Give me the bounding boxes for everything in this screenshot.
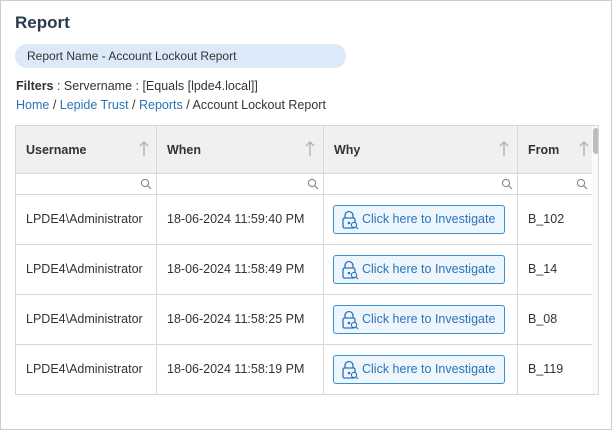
table-row: LPDE4\Administrator 18-06-2024 11:59:40 … bbox=[16, 195, 598, 245]
search-icon[interactable] bbox=[140, 178, 152, 190]
cell-why: Click here to Investigate bbox=[324, 245, 518, 294]
page-title: Report bbox=[15, 13, 70, 32]
scrollbar-thumb[interactable] bbox=[593, 128, 598, 154]
cell-username: LPDE4\Administrator bbox=[16, 295, 157, 344]
column-header-from[interactable]: From bbox=[518, 126, 592, 174]
cell-when: 18-06-2024 11:58:25 PM bbox=[157, 295, 324, 344]
breadcrumb-separator: / bbox=[49, 98, 60, 112]
sort-arrow-up-icon[interactable] bbox=[498, 140, 510, 158]
investigate-label: Click here to Investigate bbox=[362, 262, 496, 276]
column-header-username[interactable]: Username bbox=[16, 126, 157, 174]
table-header: Username When Why From bbox=[16, 126, 598, 174]
investigate-label: Click here to Investigate bbox=[362, 362, 496, 376]
lock-search-icon bbox=[342, 260, 359, 280]
cell-username: LPDE4\Administrator bbox=[16, 195, 157, 244]
cell-username: LPDE4\Administrator bbox=[16, 245, 157, 294]
column-header-when[interactable]: When bbox=[157, 126, 324, 174]
cell-from: B_14 bbox=[528, 262, 558, 276]
search-icon[interactable] bbox=[307, 178, 319, 190]
filters-line: Filters : Servername : [Equals [lpde4.lo… bbox=[16, 79, 258, 93]
breadcrumb-lepide-trust[interactable]: Lepide Trust bbox=[60, 98, 129, 112]
cell-from: B_08 bbox=[528, 312, 558, 326]
filter-username-input[interactable] bbox=[16, 174, 157, 194]
cell-when: 18-06-2024 11:58:19 PM bbox=[157, 345, 324, 394]
filters-text: : Servername : [Equals [lpde4.local]] bbox=[53, 79, 258, 93]
investigate-button[interactable]: Click here to Investigate bbox=[333, 355, 505, 384]
sort-arrow-up-icon[interactable] bbox=[578, 140, 590, 158]
filter-when-input[interactable] bbox=[157, 174, 324, 194]
lock-search-icon bbox=[342, 310, 359, 330]
lock-search-icon bbox=[342, 210, 359, 230]
breadcrumb-current: Account Lockout Report bbox=[192, 98, 326, 112]
sort-arrow-up-icon[interactable] bbox=[304, 140, 316, 158]
search-icon[interactable] bbox=[576, 178, 588, 190]
table-row: LPDE4\Administrator 18-06-2024 11:58:19 … bbox=[16, 345, 598, 394]
table-row: LPDE4\Administrator 18-06-2024 11:58:49 … bbox=[16, 245, 598, 295]
cell-from: B_102 bbox=[528, 212, 565, 226]
cell-when: 18-06-2024 11:58:49 PM bbox=[157, 245, 324, 294]
filter-from-input[interactable] bbox=[518, 174, 592, 194]
filter-why-input[interactable] bbox=[324, 174, 518, 194]
report-panel: Report Report Name - Account Lockout Rep… bbox=[0, 0, 612, 430]
filters-label: Filters bbox=[16, 79, 54, 93]
filter-row bbox=[16, 174, 598, 195]
cell-why: Click here to Investigate bbox=[324, 345, 518, 394]
investigate-button[interactable]: Click here to Investigate bbox=[333, 255, 505, 284]
breadcrumb-separator: / bbox=[128, 98, 139, 112]
breadcrumb: Home / Lepide Trust / Reports / Account … bbox=[16, 98, 326, 112]
investigate-button[interactable]: Click here to Investigate bbox=[333, 205, 505, 234]
table-scrollbar[interactable] bbox=[592, 126, 598, 394]
lock-search-icon bbox=[342, 360, 359, 380]
sort-arrow-up-icon[interactable] bbox=[138, 140, 150, 158]
cell-why: Click here to Investigate bbox=[324, 195, 518, 244]
breadcrumb-reports[interactable]: Reports bbox=[139, 98, 183, 112]
table-row: LPDE4\Administrator 18-06-2024 11:58:25 … bbox=[16, 295, 598, 345]
report-name-badge: Report Name - Account Lockout Report bbox=[15, 44, 346, 68]
breadcrumb-separator: / bbox=[182, 98, 193, 112]
cell-username: LPDE4\Administrator bbox=[16, 345, 157, 394]
cell-why: Click here to Investigate bbox=[324, 295, 518, 344]
breadcrumb-home[interactable]: Home bbox=[16, 98, 49, 112]
investigate-label: Click here to Investigate bbox=[362, 312, 496, 326]
cell-from: B_119 bbox=[528, 362, 564, 376]
investigate-label: Click here to Investigate bbox=[362, 212, 496, 226]
investigate-button[interactable]: Click here to Investigate bbox=[333, 305, 505, 334]
cell-when: 18-06-2024 11:59:40 PM bbox=[157, 195, 324, 244]
column-header-why[interactable]: Why bbox=[324, 126, 518, 174]
search-icon[interactable] bbox=[501, 178, 513, 190]
report-table: Username When Why From LPDE4\Administrat… bbox=[15, 125, 599, 395]
